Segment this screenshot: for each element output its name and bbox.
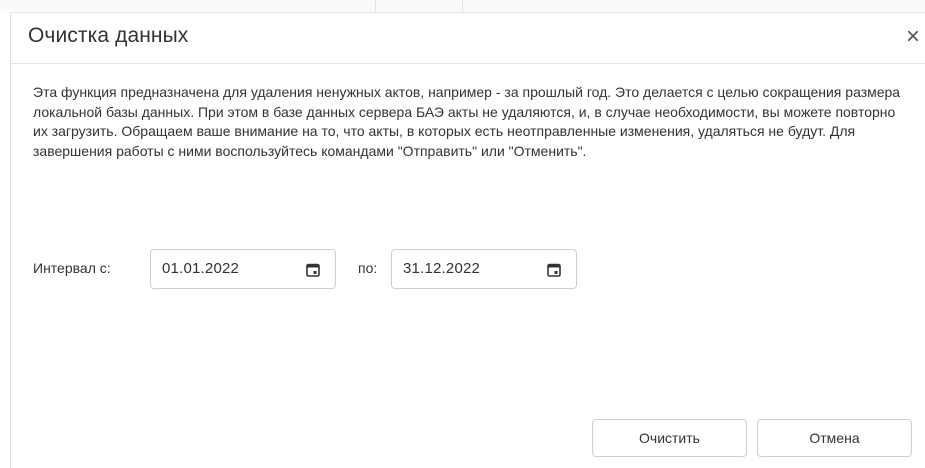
description-text: Эта функция предназначена для удаления н… — [33, 84, 901, 159]
dialog-header: Очистка данных × — [11, 13, 925, 64]
interval-from-label: Интервал с: — [33, 260, 111, 276]
date-to-field[interactable]: 31.12.2022 — [391, 249, 577, 289]
date-from-value[interactable]: 01.01.2022 — [162, 260, 239, 277]
date-from-field[interactable]: 01.01.2022 — [150, 249, 336, 289]
close-icon[interactable]: × — [901, 21, 925, 53]
date-to-value[interactable]: 31.12.2022 — [403, 260, 480, 277]
clear-data-dialog: Очистка данных × — [10, 12, 925, 468]
interval-to-label: по: — [358, 260, 378, 276]
calendar-icon[interactable] — [305, 262, 321, 278]
column-divider — [375, 0, 376, 12]
background-window-strip — [0, 0, 925, 12]
calendar-icon[interactable] — [546, 262, 562, 278]
column-divider — [462, 0, 463, 12]
clear-button[interactable]: Очистить — [592, 419, 747, 457]
cancel-button[interactable]: Отмена — [757, 419, 912, 457]
dialog-title: Очистка данных — [28, 24, 189, 47]
page: Очистка данных × Эта функция предназначе… — [0, 0, 925, 468]
dialog-description: Эта функция предназначена для удаления н… — [33, 83, 903, 161]
